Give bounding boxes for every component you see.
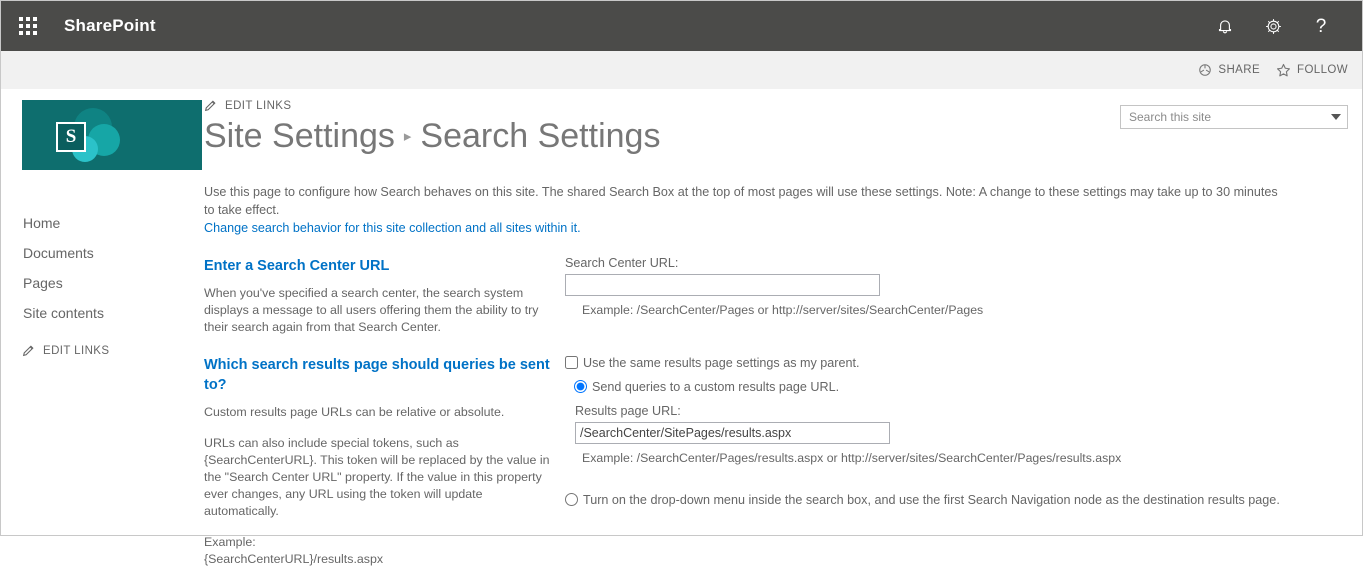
sharepoint-logo[interactable]: S: [22, 100, 202, 170]
sidebar-item-pages[interactable]: Pages: [22, 268, 204, 298]
main-content: EDIT LINKS Site Settings ▸ Search Settin…: [204, 90, 1362, 535]
follow-button[interactable]: FOLLOW: [1276, 63, 1348, 78]
share-button[interactable]: SHARE: [1198, 63, 1260, 77]
search-this-site-box[interactable]: [1120, 105, 1348, 129]
results-page-url-label: Results page URL:: [574, 404, 1348, 418]
search-center-desc-paragraph: When you've specified a search center, t…: [204, 285, 550, 336]
left-navigation: S Home Documents Pages Site contents EDI…: [1, 90, 204, 535]
sidebar-item-documents[interactable]: Documents: [22, 238, 204, 268]
share-label: SHARE: [1218, 64, 1260, 76]
search-center-url-label: Search Center URL:: [565, 256, 1348, 270]
section-search-center-url: Enter a Search Center URL When you've sp…: [204, 256, 1348, 336]
waffle-icon[interactable]: [11, 9, 45, 43]
sidebar-edit-links-button[interactable]: EDIT LINKS: [22, 344, 204, 357]
search-center-url-example: Example: /SearchCenter/Pages or http://s…: [565, 303, 1348, 317]
page-actions-strip: SHARE FOLLOW: [1, 51, 1362, 90]
custom-results-url-label[interactable]: Send queries to a custom results page UR…: [592, 379, 839, 396]
chevron-down-icon[interactable]: [1331, 114, 1341, 120]
use-parent-settings-label[interactable]: Use the same results page settings as my…: [583, 355, 860, 372]
section-results-page-options: Use the same results page settings as my…: [564, 355, 1348, 568]
results-desc-example-label: Example:: [204, 534, 550, 551]
section-results-page-text: Custom results page URLs can be relative…: [204, 404, 550, 568]
dropdown-menu-option-radio[interactable]: [565, 493, 578, 506]
results-desc-paragraph-2: URLs can also include special tokens, su…: [204, 435, 550, 520]
search-center-url-input[interactable]: [565, 274, 880, 296]
results-desc-example-value: {SearchCenterURL}/results.aspx: [204, 551, 550, 568]
question-mark-icon[interactable]: ?: [1310, 15, 1332, 37]
section-search-center-description: Enter a Search Center URL When you've sp…: [204, 256, 564, 336]
suite-title[interactable]: SharePoint: [64, 16, 156, 36]
nav-list: Home Documents Pages Site contents: [22, 208, 204, 328]
use-parent-settings-checkbox[interactable]: [565, 356, 578, 369]
custom-results-url-radio[interactable]: [574, 380, 587, 393]
search-input[interactable]: [1129, 110, 1327, 124]
results-desc-paragraph-1: Custom results page URLs can be relative…: [204, 404, 550, 421]
suite-bar-actions: ?: [1214, 15, 1348, 37]
breadcrumb-separator-icon: ▸: [404, 127, 412, 147]
results-page-url-input[interactable]: [575, 422, 890, 444]
section-search-center-title: Enter a Search Center URL: [204, 256, 550, 276]
gear-icon[interactable]: [1262, 15, 1284, 37]
section-results-page-description: Which search results page should queries…: [204, 355, 564, 568]
star-icon: [1276, 63, 1291, 78]
intro-paragraph: Use this page to configure how Search be…: [204, 185, 1278, 217]
use-parent-settings-row[interactable]: Use the same results page settings as my…: [565, 355, 1348, 372]
sidebar-item-home[interactable]: Home: [22, 208, 204, 238]
custom-results-url-row[interactable]: Send queries to a custom results page UR…: [565, 379, 1348, 396]
section-results-page: Which search results page should queries…: [204, 355, 1348, 568]
sidebar-edit-links-label: EDIT LINKS: [43, 345, 109, 357]
breadcrumb-parent[interactable]: Site Settings: [204, 114, 395, 158]
page-title: Search Settings: [420, 114, 660, 158]
pencil-icon: [22, 344, 35, 357]
dropdown-menu-option-label[interactable]: Turn on the drop-down menu inside the se…: [583, 492, 1280, 509]
change-search-behavior-link[interactable]: Change search behavior for this site col…: [204, 219, 1279, 237]
edit-links-label: EDIT LINKS: [225, 100, 291, 112]
dropdown-menu-option-row[interactable]: Turn on the drop-down menu inside the se…: [565, 492, 1348, 509]
edit-links-button[interactable]: EDIT LINKS: [204, 99, 1120, 112]
content-header: EDIT LINKS Site Settings ▸ Search Settin…: [204, 99, 1348, 158]
results-page-url-field-group: Results page URL: Example: /SearchCenter…: [565, 404, 1348, 465]
page-body: S Home Documents Pages Site contents EDI…: [1, 90, 1362, 535]
section-results-page-title: Which search results page should queries…: [204, 355, 550, 395]
breadcrumb: Site Settings ▸ Search Settings: [204, 114, 1120, 158]
sidebar-item-site-contents[interactable]: Site contents: [22, 298, 204, 328]
results-page-url-example: Example: /SearchCenter/Pages/results.asp…: [574, 451, 1348, 465]
logo-letter-tile: S: [56, 122, 86, 152]
bell-icon[interactable]: [1214, 15, 1236, 37]
intro-text: Use this page to configure how Search be…: [204, 183, 1279, 237]
suite-bar: SharePoint ?: [1, 1, 1362, 51]
section-search-center-text: When you've specified a search center, t…: [204, 285, 550, 336]
title-block: EDIT LINKS Site Settings ▸ Search Settin…: [204, 99, 1120, 158]
share-icon: [1198, 63, 1212, 77]
follow-label: FOLLOW: [1297, 64, 1348, 76]
pencil-icon: [204, 99, 217, 112]
section-search-center-fields: Search Center URL: Example: /SearchCente…: [564, 256, 1348, 336]
